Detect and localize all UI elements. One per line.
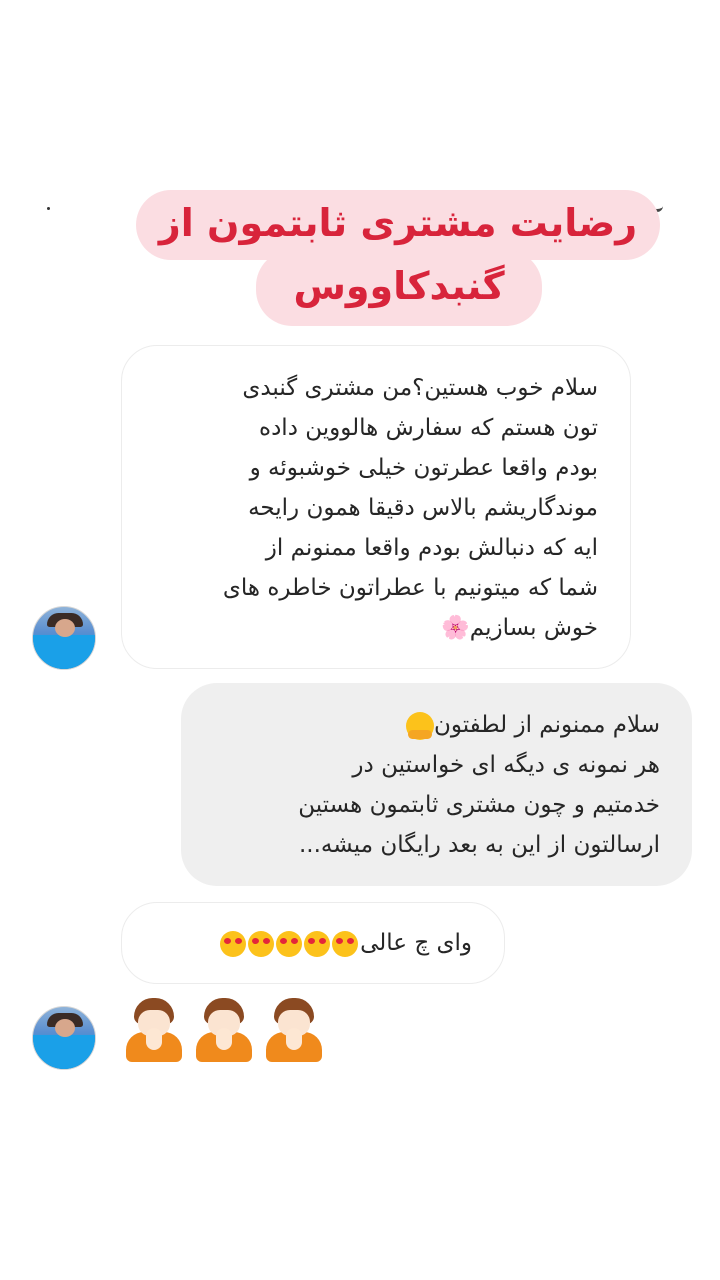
message-text-line: سلام ممنونم از لطفتون <box>201 705 660 745</box>
title-line-2: گنبدکاووس <box>256 250 542 326</box>
message-text-line: ارسالتون از این به بعد رایگان میشه... <box>298 832 660 858</box>
message-text-line: وای چ عالی <box>142 923 472 963</box>
avatar-face <box>55 1019 75 1037</box>
message-text-line: موندگاریشم بالاس دقیقا همون رایحه <box>248 495 598 521</box>
person-bowing-icon <box>124 998 184 1062</box>
message-text-line: شما که میتونیم با عطراتون خاطره های <box>222 575 598 601</box>
hugging-face-icon <box>405 711 434 740</box>
avatar-scarf <box>33 635 95 669</box>
avatar-face <box>55 619 75 637</box>
heart-eyes-face-icon <box>220 930 247 957</box>
message-text-line: ایه که دنبالش بودم واقعا ممنونم از <box>265 535 598 561</box>
message-text: وای چ عالی <box>360 930 472 956</box>
emoji-message[interactable] <box>124 998 334 1064</box>
customer-avatar[interactable] <box>32 1006 96 1070</box>
message-text-line: تون هستم که سفارش هالووین داده <box>259 415 598 441</box>
person-bowing-icon <box>194 998 254 1062</box>
incoming-message-bubble[interactable]: سلام خوب هستین؟من مشتری گنبدی تون هستم ک… <box>121 345 631 669</box>
heart-eyes-face-icon <box>248 930 275 957</box>
avatar-scarf <box>33 1035 95 1069</box>
person-bowing-icon <box>264 998 324 1062</box>
message-text-line: خوش بسازیم🌸 <box>441 615 598 641</box>
message-text-line: هر نمونه ی دیگه ای خواستین در <box>352 752 660 778</box>
heart-eyes-face-icon <box>332 930 359 957</box>
message-text: سلام ممنونم از لطفتون <box>433 712 660 738</box>
customer-avatar[interactable] <box>32 606 96 670</box>
heart-eyes-face-icon <box>304 930 331 957</box>
message-text-line: بودم واقعا عطرتون خیلی خوشبوئه و <box>249 455 598 481</box>
message-text-line: خدمتیم و چون مشتری ثابتمون هستین <box>298 792 660 818</box>
heart-eyes-face-icon <box>276 930 303 957</box>
message-text-line: سلام خوب هستین؟من مشتری گنبدی <box>242 375 598 401</box>
decorative-dot <box>47 207 50 210</box>
incoming-message-bubble[interactable]: وای چ عالی <box>121 902 505 984</box>
outgoing-message-bubble[interactable]: سلام ممنونم از لطفتون هر نمونه ی دیگه ای… <box>181 683 692 886</box>
